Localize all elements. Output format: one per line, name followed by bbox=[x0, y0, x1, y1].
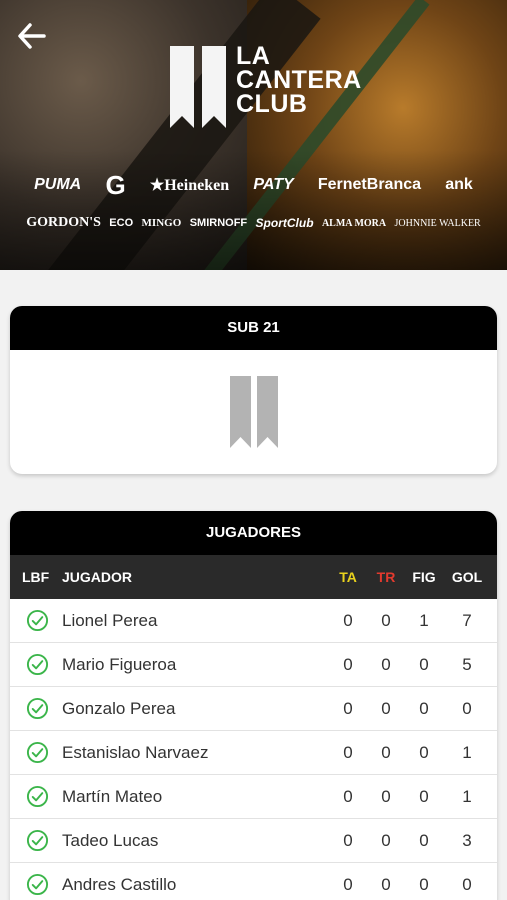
sponsor-logo: ECO bbox=[109, 217, 134, 229]
player-gol: 0 bbox=[462, 698, 472, 718]
check-circle-icon bbox=[26, 873, 49, 896]
player-tr: 0 bbox=[381, 786, 391, 806]
player-gol: 1 bbox=[462, 786, 472, 806]
lbf-status bbox=[10, 653, 62, 676]
player-row[interactable]: Andres Castillo 0 0 0 0 bbox=[10, 863, 497, 900]
lbf-status bbox=[10, 829, 62, 852]
player-ta: 0 bbox=[343, 698, 353, 718]
player-gol: 5 bbox=[462, 654, 472, 674]
club-name-line1: LA bbox=[236, 42, 271, 70]
team-body bbox=[10, 350, 497, 474]
sponsor-logo: PUMA bbox=[34, 176, 82, 193]
player-tr: 0 bbox=[381, 742, 391, 762]
player-gol: 7 bbox=[462, 610, 472, 630]
sponsors-row-2: GORDON'S ECO MINGO SMIRNOFF SportClub AL… bbox=[0, 204, 507, 242]
player-tr: 0 bbox=[381, 698, 391, 718]
check-circle-icon bbox=[26, 697, 49, 720]
sponsor-logo: JOHNNIE WALKER bbox=[394, 217, 481, 229]
players-card: JUGADORES LBF JUGADOR TA TR FIG GOL Lion… bbox=[10, 511, 497, 900]
column-gol: GOL bbox=[451, 569, 483, 585]
column-lbf: LBF bbox=[22, 569, 50, 585]
lbf-status bbox=[10, 873, 62, 896]
player-fig: 0 bbox=[419, 830, 429, 850]
player-ta: 0 bbox=[343, 830, 353, 850]
player-name: Martín Mateo bbox=[62, 786, 163, 806]
player-name: Lionel Perea bbox=[62, 610, 158, 630]
sponsor-logo: ★Heineken bbox=[149, 177, 230, 194]
player-tr: 0 bbox=[381, 874, 391, 894]
back-button[interactable] bbox=[16, 22, 48, 50]
club-logo: LA CANTERA CLUB bbox=[168, 44, 362, 130]
check-circle-icon bbox=[26, 609, 49, 632]
column-tr: TR bbox=[376, 569, 396, 585]
column-fig: FIG bbox=[412, 569, 436, 585]
column-jugador: JUGADOR bbox=[62, 569, 133, 585]
sponsors: PUMA G ★Heineken PATY FernetBranca ank G… bbox=[0, 166, 507, 242]
lbf-status bbox=[10, 697, 62, 720]
player-gol: 3 bbox=[462, 830, 472, 850]
player-ta: 0 bbox=[343, 654, 353, 674]
player-fig: 1 bbox=[419, 610, 429, 630]
club-logo-icon bbox=[170, 46, 226, 128]
player-gol: 0 bbox=[462, 874, 472, 894]
player-fig: 0 bbox=[419, 874, 429, 894]
players-table-header: LBF JUGADOR TA TR FIG GOL bbox=[10, 555, 497, 599]
player-ta: 0 bbox=[343, 742, 353, 762]
player-ta: 0 bbox=[343, 786, 353, 806]
sponsor-logo: FernetBranca bbox=[317, 176, 422, 193]
player-tr: 0 bbox=[381, 610, 391, 630]
player-fig: 0 bbox=[419, 786, 429, 806]
lbf-status bbox=[10, 785, 62, 808]
arrow-left-icon bbox=[18, 23, 46, 49]
player-row[interactable]: Mario Figueroa 0 0 0 5 bbox=[10, 643, 497, 687]
sponsor-logo: PATY bbox=[253, 176, 294, 193]
header-banner: LA CANTERA CLUB PUMA G ★Heineken PATY Fe… bbox=[0, 0, 507, 270]
sponsor-logo: GORDON'S bbox=[26, 215, 101, 230]
sponsor-logo: ank bbox=[445, 176, 473, 193]
player-ta: 0 bbox=[343, 610, 353, 630]
player-row[interactable]: Tadeo Lucas 0 0 0 3 bbox=[10, 819, 497, 863]
player-row[interactable]: Estanislao Narvaez 0 0 0 1 bbox=[10, 731, 497, 775]
team-card[interactable]: SUB 21 bbox=[10, 306, 497, 474]
sponsor-logo: G bbox=[105, 169, 126, 200]
sponsor-logo: SMIRNOFF bbox=[189, 217, 248, 229]
player-fig: 0 bbox=[419, 698, 429, 718]
lbf-status bbox=[10, 609, 62, 632]
team-badge-icon bbox=[229, 376, 278, 448]
check-circle-icon bbox=[26, 829, 49, 852]
sponsor-logo: ALMA MORA bbox=[321, 217, 387, 229]
team-detail-screen: LA CANTERA CLUB PUMA G ★Heineken PATY Fe… bbox=[0, 0, 507, 900]
player-fig: 0 bbox=[419, 742, 429, 762]
club-name-line2: CANTERA bbox=[236, 66, 362, 94]
club-name-line3: CLUB bbox=[236, 90, 308, 118]
player-fig: 0 bbox=[419, 654, 429, 674]
player-row[interactable]: Lionel Perea 0 0 1 7 bbox=[10, 599, 497, 643]
team-title: SUB 21 bbox=[10, 306, 497, 350]
sponsors-row-1: PUMA G ★Heineken PATY FernetBranca ank bbox=[0, 166, 507, 204]
player-row[interactable]: Gonzalo Perea 0 0 0 0 bbox=[10, 687, 497, 731]
sponsor-logo: SportClub bbox=[255, 216, 314, 230]
club-name: LA CANTERA CLUB bbox=[236, 42, 362, 118]
player-tr: 0 bbox=[381, 830, 391, 850]
player-gol: 1 bbox=[462, 742, 472, 762]
player-tr: 0 bbox=[381, 654, 391, 674]
player-name: Estanislao Narvaez bbox=[62, 742, 209, 762]
lbf-status bbox=[10, 741, 62, 764]
column-ta: TA bbox=[339, 569, 357, 585]
check-circle-icon bbox=[26, 741, 49, 764]
player-name: Andres Castillo bbox=[62, 874, 177, 894]
check-circle-icon bbox=[26, 653, 49, 676]
player-ta: 0 bbox=[343, 874, 353, 894]
player-name: Mario Figueroa bbox=[62, 654, 177, 674]
sponsor-logo: MINGO bbox=[141, 217, 182, 229]
player-name: Tadeo Lucas bbox=[62, 830, 159, 850]
players-title: JUGADORES bbox=[10, 511, 497, 555]
player-row[interactable]: Martín Mateo 0 0 0 1 bbox=[10, 775, 497, 819]
player-name: Gonzalo Perea bbox=[62, 698, 176, 718]
check-circle-icon bbox=[26, 785, 49, 808]
